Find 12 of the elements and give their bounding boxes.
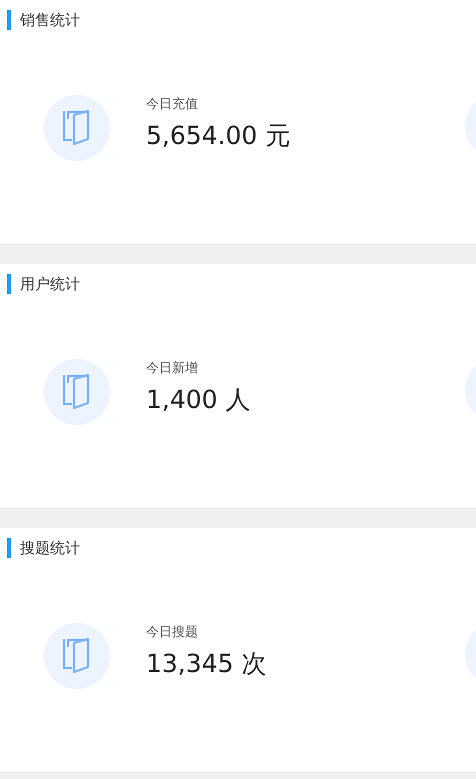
stat-label: 今日新增 xyxy=(146,360,199,378)
door-icon xyxy=(62,638,92,674)
door-icon xyxy=(62,110,92,146)
stat-value: 5,654.00 元 xyxy=(146,120,290,152)
door-icon xyxy=(62,374,92,410)
stat-value: 1,400 人 xyxy=(146,384,251,416)
stat-label: 今日充值 xyxy=(146,96,199,114)
stat-value: 13,345 次 xyxy=(146,648,266,680)
stat-label: 今日搜题 xyxy=(146,624,199,642)
section-title: 销售统计 xyxy=(7,10,80,30)
section-title: 用户统计 xyxy=(7,274,80,294)
section-title: 搜题统计 xyxy=(7,538,80,558)
